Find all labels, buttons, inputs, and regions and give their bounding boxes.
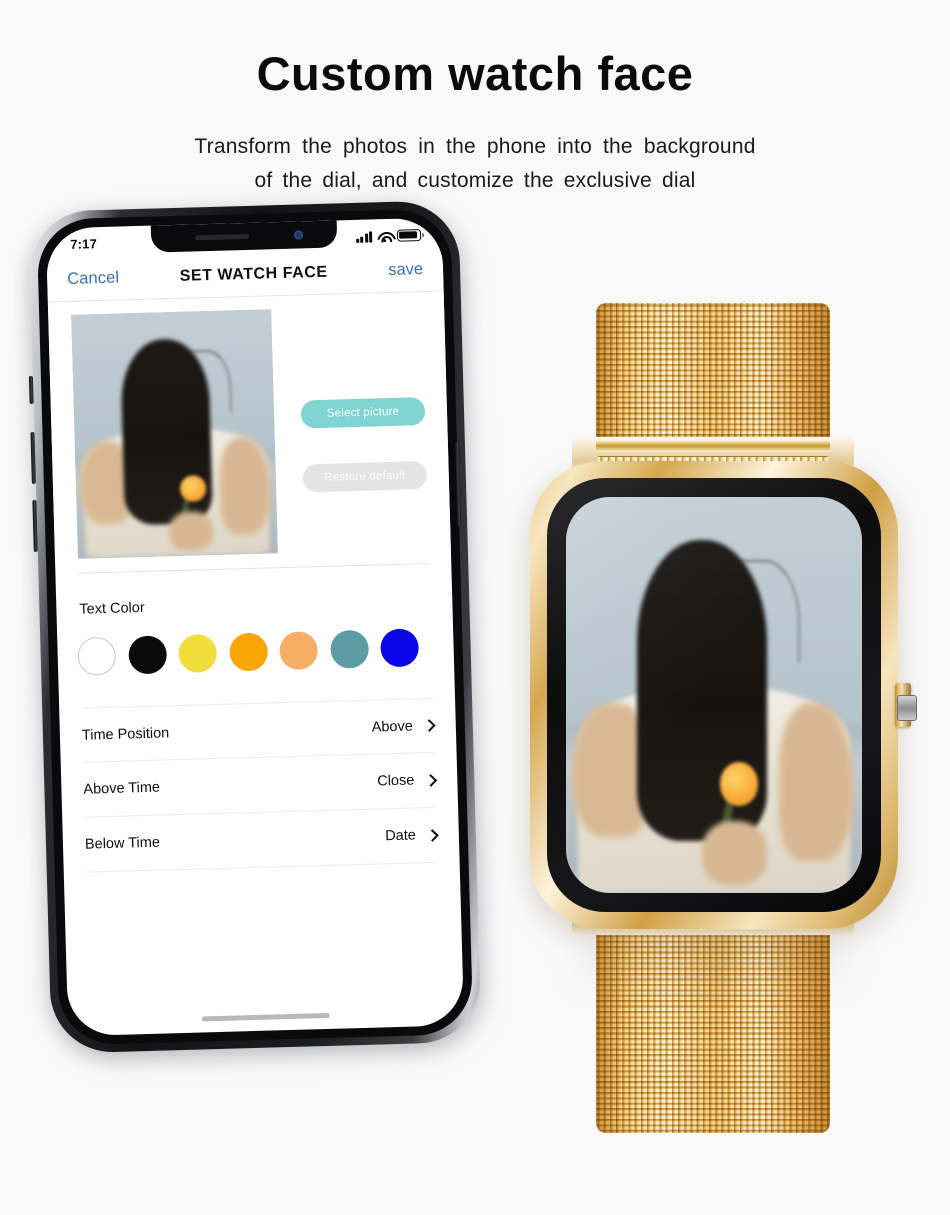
phone-screen: 7:17 Cancel SET WATCH FACE save Select p… — [45, 217, 465, 1036]
restore-default-button[interactable]: Restore default — [302, 460, 428, 493]
watch-bezel — [547, 477, 881, 912]
home-indicator[interactable] — [201, 1012, 330, 1022]
digital-crown-icon[interactable] — [897, 694, 917, 721]
row-value: Above — [371, 717, 414, 735]
section-divider — [77, 562, 430, 574]
color-swatch-yellow[interactable] — [178, 633, 218, 673]
settings-row-above-time[interactable]: Above Time Close — [82, 752, 438, 818]
row-label: Below Time — [84, 834, 161, 853]
status-bar-time: 7:17 — [70, 235, 98, 252]
page-subtitle: Transform the photos in the phone into t… — [0, 130, 950, 198]
color-swatch-orange[interactable] — [228, 632, 268, 672]
save-button[interactable]: save — [388, 260, 423, 280]
chevron-right-icon — [422, 718, 436, 732]
color-swatch-teal[interactable] — [329, 629, 369, 669]
watch-case — [530, 460, 917, 929]
page-subtitle-line-1: Transform the photos in the phone into t… — [194, 134, 756, 158]
watch-screen[interactable] — [566, 496, 862, 893]
watch-band-top — [596, 302, 830, 455]
product-showcase-stage: 7:17 Cancel SET WATCH FACE save Select p… — [0, 198, 950, 1158]
text-color-swatch-row — [77, 627, 438, 676]
row-value: Close — [377, 772, 415, 790]
color-swatch-black[interactable] — [127, 635, 167, 675]
select-picture-button[interactable]: Select picture — [300, 396, 426, 429]
color-swatch-peach[interactable] — [279, 630, 319, 670]
color-swatch-white[interactable] — [77, 636, 117, 676]
preview-area: Select picture Restore default — [47, 292, 451, 564]
wifi-icon — [377, 230, 392, 242]
photo-preview-image — [71, 309, 278, 559]
row-label: Above Time — [83, 779, 161, 798]
page-subtitle-line-2: of the dial, and customize the exclusive… — [254, 168, 696, 192]
watch-shadow — [578, 942, 848, 983]
chevron-right-icon — [425, 828, 439, 842]
cellular-bars-icon — [355, 230, 373, 243]
page-header: Custom watch face Transform the photos i… — [0, 0, 950, 198]
chevron-right-icon — [424, 773, 438, 787]
cancel-button[interactable]: Cancel — [67, 268, 119, 288]
settings-row-below-time[interactable]: Below Time Date — [84, 807, 439, 873]
page-title: Custom watch face — [256, 47, 694, 100]
phone-mockup: 7:17 Cancel SET WATCH FACE save Select p… — [12, 192, 488, 1064]
battery-icon — [396, 228, 422, 241]
photo-preview[interactable] — [71, 309, 278, 559]
smartwatch-mockup — [508, 302, 918, 1133]
settings-list: Time Position Above Above Time Close Bel… — [59, 697, 459, 873]
row-label: Time Position — [81, 724, 170, 743]
phone-mute-switch[interactable] — [28, 375, 34, 404]
text-color-label: Text Color — [79, 599, 145, 618]
screen-title: SET WATCH FACE — [179, 262, 328, 285]
color-swatch-blue[interactable] — [380, 628, 420, 668]
status-bar-icons — [355, 228, 422, 243]
row-value: Date — [385, 827, 417, 845]
settings-row-time-position[interactable]: Time Position Above — [81, 697, 436, 763]
